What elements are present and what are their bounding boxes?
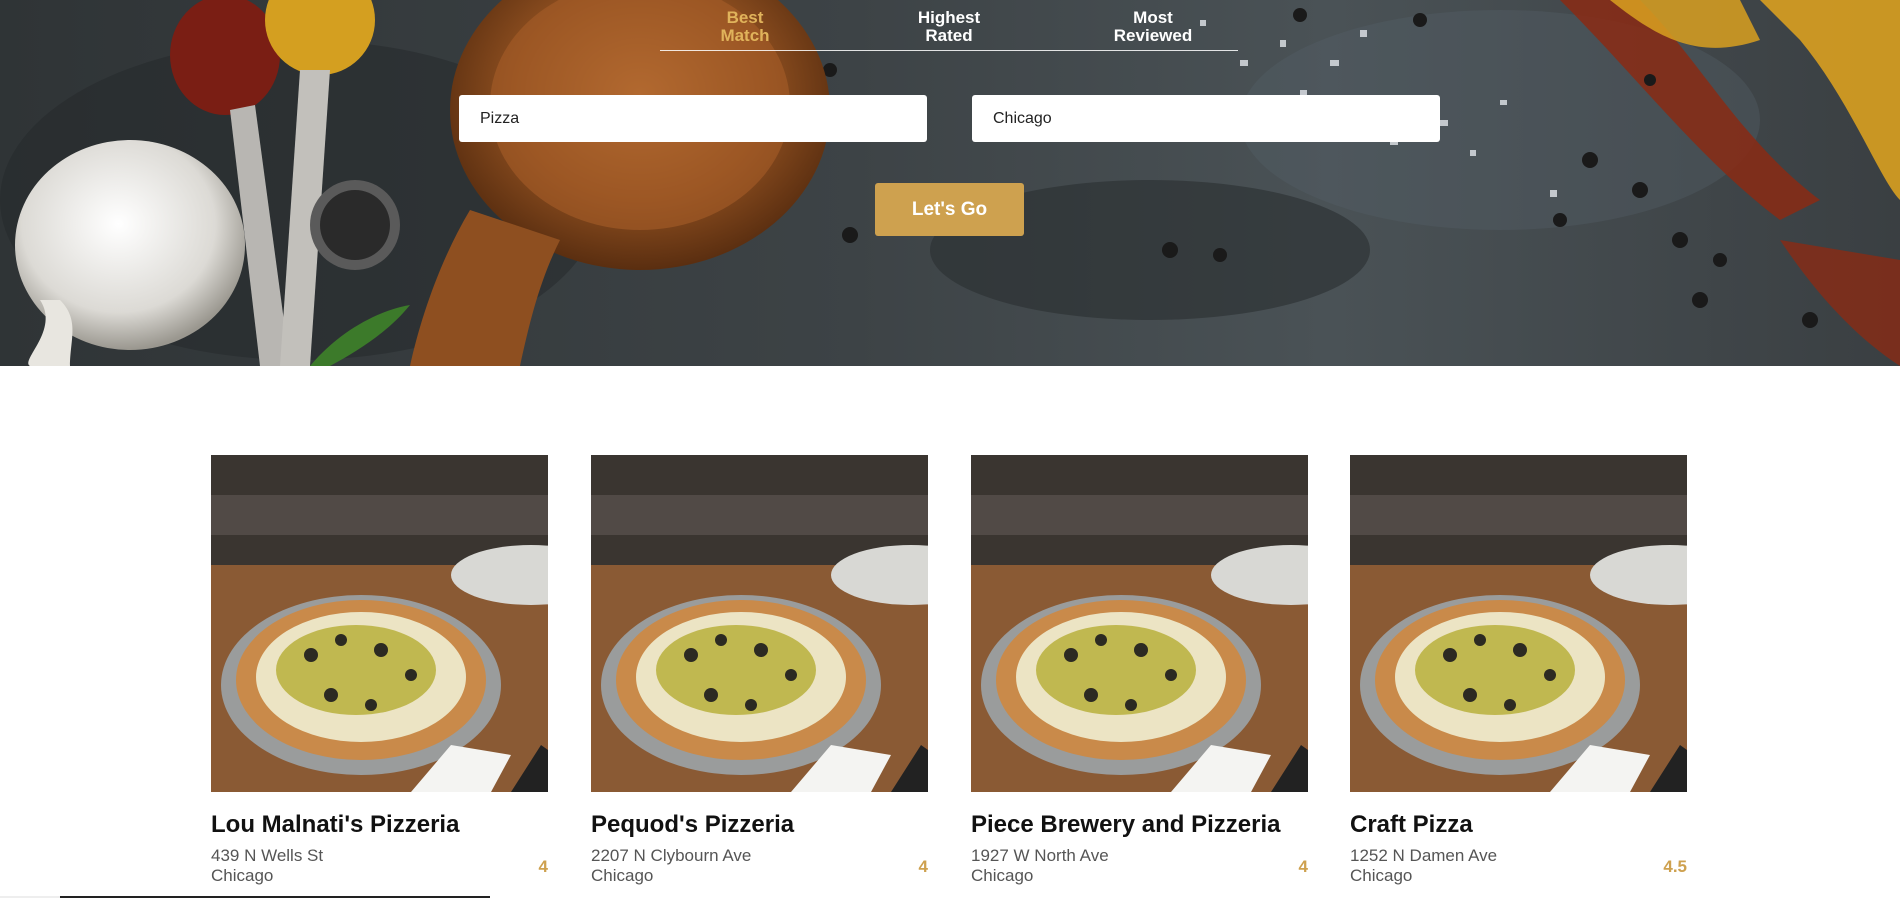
- business-name[interactable]: Pequod's Pizzeria: [591, 811, 794, 839]
- business-image: [971, 455, 1308, 792]
- business-image: [591, 455, 928, 792]
- business-street: 1252 N Damen Ave: [1350, 846, 1498, 865]
- business-city: Chicago: [211, 866, 274, 885]
- business-list: Lou Malnati's Pizzeria 439 N Wells St Ch…: [211, 455, 1687, 895]
- business-street: 2207 N Clybourn Ave: [591, 846, 752, 865]
- business-address: 1927 W North Ave Chicago: [971, 846, 1109, 886]
- business-card[interactable]: Lou Malnati's Pizzeria 439 N Wells St Ch…: [211, 455, 548, 895]
- business-street: 439 N Wells St: [211, 846, 324, 865]
- business-city: Chicago: [1350, 866, 1413, 885]
- lets-go-button[interactable]: Let's Go: [875, 183, 1024, 236]
- business-name[interactable]: Lou Malnati's Pizzeria: [211, 811, 459, 839]
- business-city: Chicago: [591, 866, 654, 885]
- business-address: 439 N Wells St Chicago: [211, 846, 323, 886]
- business-address: 1252 N Damen Ave Chicago: [1350, 846, 1497, 886]
- sort-tabs: Best Match Highest Rated Most Reviewed: [660, 8, 1238, 51]
- business-card[interactable]: Piece Brewery and Pizzeria 1927 W North …: [971, 455, 1308, 895]
- business-card[interactable]: Pequod's Pizzeria 2207 N Clybourn Ave Ch…: [591, 455, 928, 895]
- business-rating: 4.5: [1663, 857, 1687, 876]
- business-image: [1350, 455, 1687, 792]
- business-rating: 4: [1298, 857, 1308, 876]
- hero-banner: Best Match Highest Rated Most Reviewed L…: [0, 0, 1900, 366]
- search-location-input[interactable]: [972, 95, 1440, 142]
- business-street: 1927 W North Ave: [971, 846, 1109, 865]
- business-name[interactable]: Craft Pizza: [1350, 811, 1473, 839]
- business-address: 2207 N Clybourn Ave Chicago: [591, 846, 751, 886]
- tab-highest-rated[interactable]: Highest Rated: [864, 8, 1034, 50]
- business-city: Chicago: [971, 866, 1034, 885]
- tab-best-match[interactable]: Best Match: [660, 8, 830, 50]
- business-card[interactable]: Craft Pizza 1252 N Damen Ave Chicago 4.5: [1350, 455, 1687, 895]
- business-rating: 4: [538, 857, 548, 876]
- tab-most-reviewed[interactable]: Most Reviewed: [1068, 8, 1238, 50]
- business-image: [211, 455, 548, 792]
- business-rating: 4: [918, 857, 928, 876]
- business-name[interactable]: Piece Brewery and Pizzeria: [971, 811, 1281, 839]
- search-term-input[interactable]: [459, 95, 927, 142]
